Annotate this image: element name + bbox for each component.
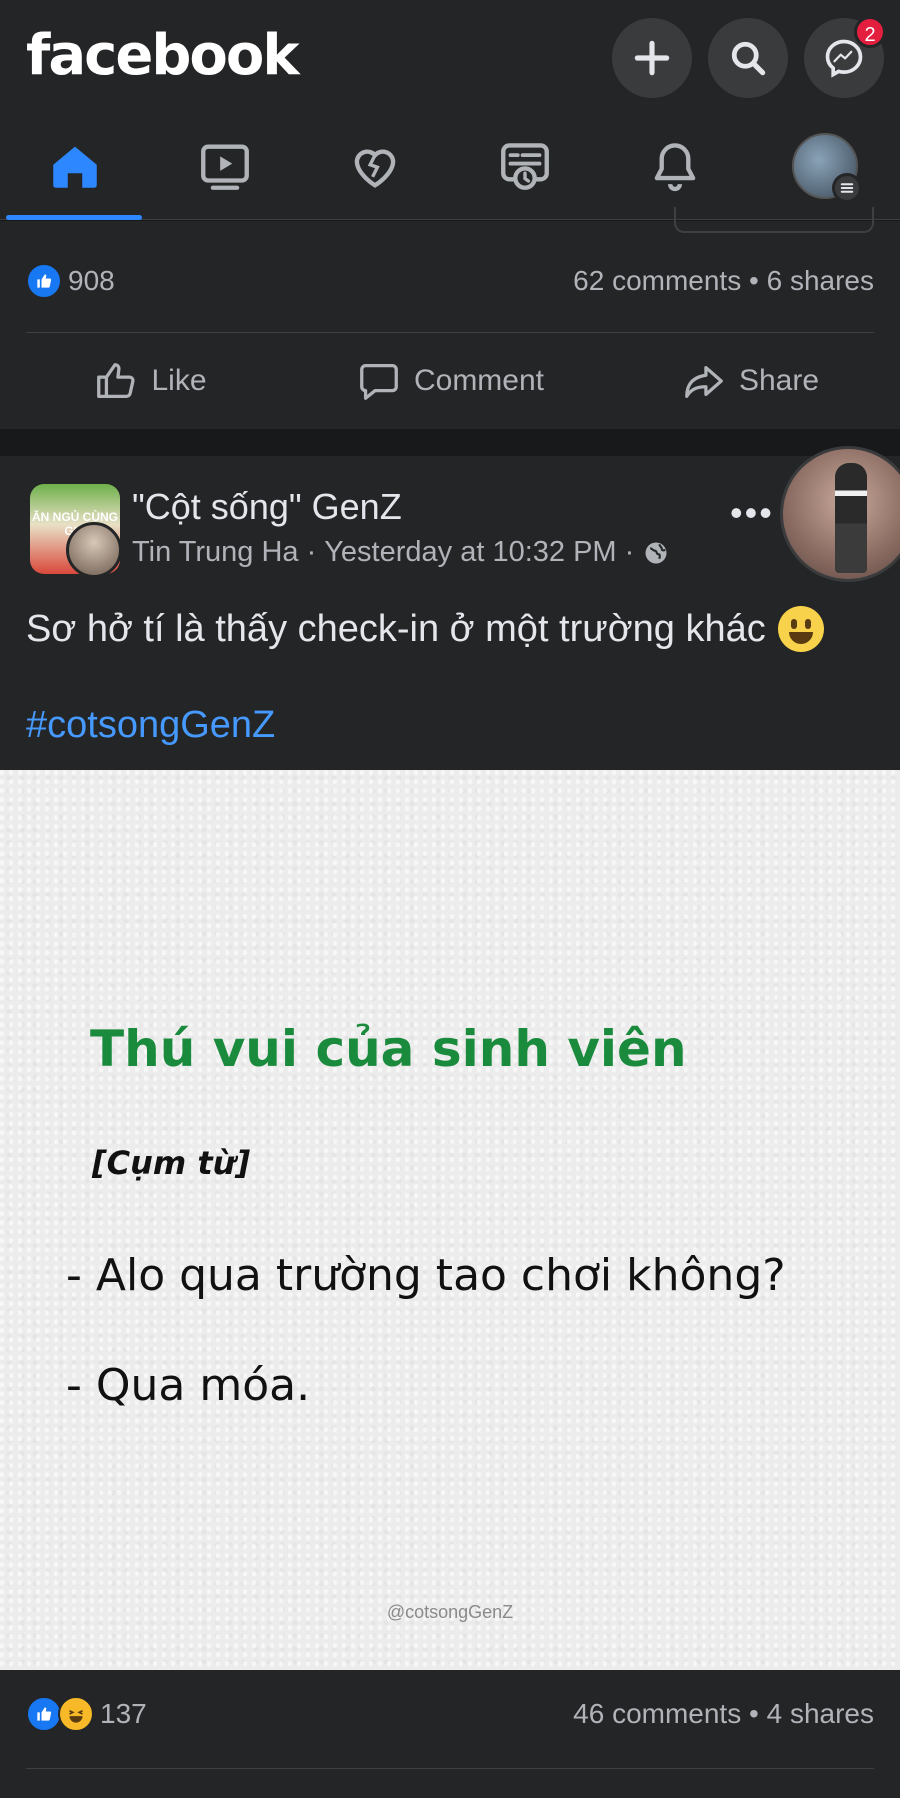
post-meta: Tin Trung Ha · Yesterday at 10:32 PM · [132, 536, 670, 569]
post-image[interactable]: Thú vui của sinh viên [Cụm từ] - Alo qua… [0, 770, 900, 1670]
post-time[interactable]: Yesterday at 10:32 PM [324, 536, 616, 569]
comment-button[interactable]: Comment [300, 333, 600, 429]
search-icon [731, 41, 766, 76]
comment-label: Comment [413, 364, 545, 397]
haha-reaction-icon [58, 1696, 94, 1732]
share-count: 6 shares [766, 265, 874, 296]
messenger-badge: 2 [854, 16, 886, 48]
reaction-summary[interactable]: 908 [26, 263, 115, 299]
tab-memories[interactable] [450, 112, 600, 220]
image-watermark: @cotsongGenZ [386, 1602, 514, 1622]
more-options-icon[interactable]: ••• [730, 492, 774, 534]
image-title: Thú vui của sinh viên [90, 1020, 687, 1078]
reaction-count: 137 [100, 1698, 147, 1729]
author-avatar[interactable] [66, 522, 122, 578]
comments-shares[interactable]: 62 comments • 6 shares [573, 265, 874, 297]
create-button[interactable] [612, 18, 692, 98]
search-button[interactable] [708, 18, 788, 98]
like-label: Like [151, 364, 207, 397]
page-name[interactable]: "Cột sống" GenZ [132, 486, 402, 528]
post-stats: 137 46 comments • 4 shares [26, 1696, 874, 1732]
image-line-2: - Qua móa. [66, 1360, 311, 1411]
profile-avatar [792, 133, 862, 203]
comment-count: 62 comments [573, 265, 742, 296]
share-count: 4 shares [766, 1698, 874, 1729]
plus-icon [634, 40, 670, 76]
image-subtitle: [Cụm từ] [92, 1144, 251, 1182]
post-body: Sơ hở tí là thấy check-in ở một trường k… [26, 607, 766, 650]
comment-count: 46 comments [573, 1698, 742, 1729]
heart-icon [354, 149, 396, 188]
like-reaction-icon [26, 263, 62, 299]
like-button[interactable]: Like [0, 333, 300, 429]
like-reaction-icon [26, 1696, 62, 1732]
comments-shares[interactable]: 46 comments • 4 shares [573, 1698, 874, 1730]
active-tab-indicator [6, 215, 142, 220]
share-button[interactable]: Share [600, 333, 900, 429]
grinning-emoji-icon [777, 606, 824, 652]
tab-notifications[interactable] [600, 112, 750, 220]
tab-home[interactable] [0, 112, 150, 220]
reaction-count: 908 [68, 265, 115, 296]
tab-watch[interactable] [150, 112, 300, 220]
separator: • [749, 265, 759, 296]
separator: · [306, 536, 317, 568]
share-icon [685, 365, 723, 398]
facebook-logo[interactable]: facebook [26, 18, 300, 94]
menu-icon [832, 173, 862, 203]
action-bar: Like Comment Share [0, 333, 900, 429]
reaction-summary[interactable]: 137 [26, 1696, 147, 1732]
memories-icon [501, 143, 549, 190]
nav-bar [0, 112, 900, 220]
author-name[interactable]: Tin Trung Ha [132, 536, 299, 569]
hashtag-link[interactable]: #cotsongGenZ [26, 704, 275, 747]
post-stats: 908 62 comments • 6 shares [26, 263, 874, 299]
tab-menu[interactable] [750, 112, 900, 220]
follow-button-cut[interactable] [674, 207, 874, 233]
share-label: Share [738, 364, 820, 397]
top-bar: facebook 2 [0, 0, 900, 112]
bell-icon [654, 143, 696, 192]
messenger-button[interactable]: 2 [804, 16, 886, 98]
post-footer: 137 46 comments • 4 shares [0, 1670, 900, 1798]
comment-icon [360, 364, 398, 400]
separator: • [749, 1698, 759, 1729]
chat-head-figure [835, 463, 867, 573]
globe-icon [645, 542, 667, 563]
separator: · [624, 536, 635, 568]
tab-dating[interactable] [300, 112, 450, 220]
home-icon [53, 146, 97, 188]
post-card-previous: 908 62 comments • 6 shares Like Comment … [0, 207, 900, 429]
post-text: Sơ hở tí là thấy check-in ở một trường k… [26, 606, 824, 652]
thumbs-up-icon [97, 363, 135, 398]
watch-icon [201, 144, 249, 190]
divider [26, 1768, 874, 1769]
image-line-1: - Alo qua trường tao chơi không? [66, 1250, 786, 1301]
